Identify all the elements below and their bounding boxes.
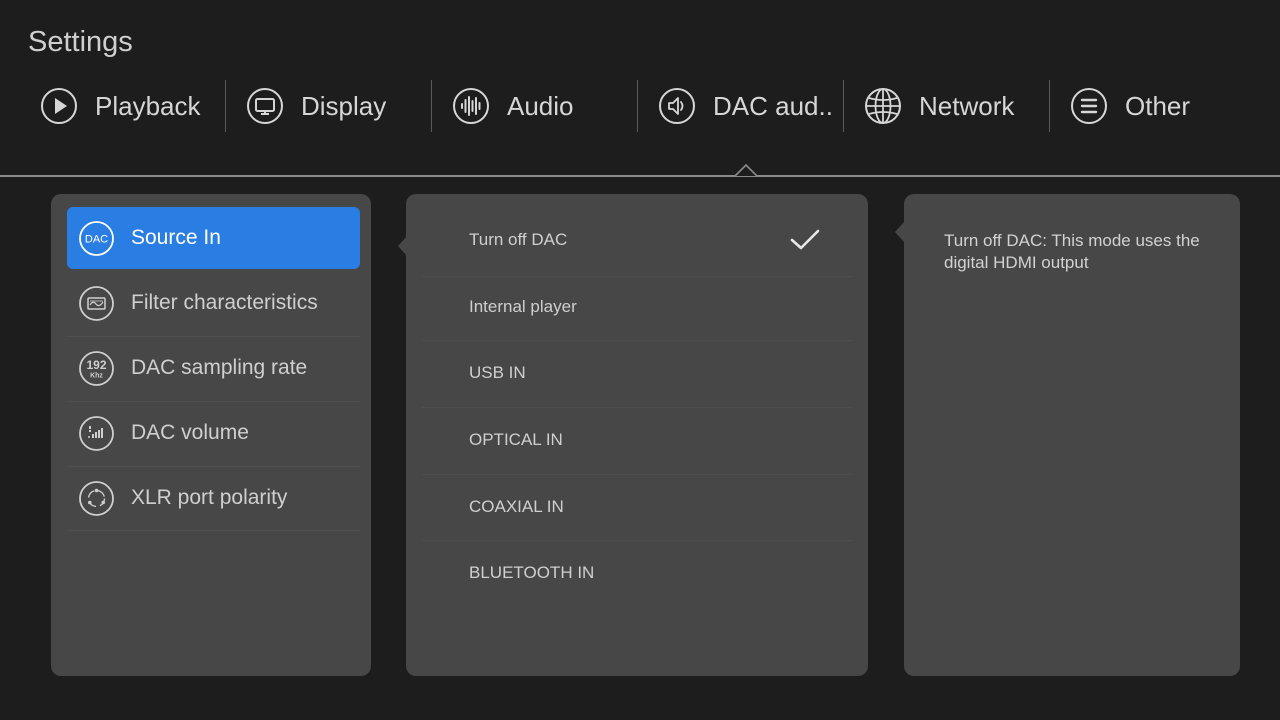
page-title: Settings: [28, 26, 133, 58]
tab-other[interactable]: Other: [1050, 78, 1256, 134]
tab-label: Playback: [95, 90, 201, 121]
tab-label: Display: [301, 90, 387, 121]
tab-dac-audio[interactable]: DAC aud..: [638, 78, 844, 134]
speaker-icon: [658, 87, 696, 125]
tab-label: Other: [1125, 90, 1191, 121]
volume-bars-icon: [78, 415, 115, 452]
description-panel: Turn off DAC: This mode uses the digital…: [904, 194, 1240, 676]
option-label: BLUETOOTH IN: [469, 563, 595, 582]
play-circle-icon: [40, 87, 78, 125]
option-label: USB IN: [469, 363, 526, 382]
header-divider: [0, 175, 1280, 177]
source-options-panel: Turn off DAC Internal player USB IN OPTI…: [406, 194, 868, 676]
menu-divider: [67, 530, 360, 531]
menu-item-label: DAC sampling rate: [131, 356, 308, 379]
option-bluetooth-in[interactable]: BLUETOOTH IN: [422, 540, 852, 606]
tab-playback[interactable]: Playback: [20, 78, 226, 134]
option-label: OPTICAL IN: [469, 430, 563, 449]
option-description: Turn off DAC: This mode uses the digital…: [944, 231, 1200, 272]
svg-text:Khz: Khz: [90, 372, 103, 379]
svg-text:192: 192: [86, 358, 106, 372]
option-internal-player[interactable]: Internal player: [422, 274, 852, 340]
tab-label: DAC aud..: [713, 90, 833, 121]
panel-pointer: [895, 222, 904, 242]
category-tabs: Playback Display Audio DAC aud.. Network…: [20, 78, 1260, 134]
settings-screen: Settings Playback Display Audio DAC aud.…: [0, 0, 1280, 720]
audio-wave-icon: [452, 87, 490, 125]
menu-item-label: XLR port polarity: [131, 486, 288, 509]
option-turn-off-dac[interactable]: Turn off DAC: [422, 207, 852, 273]
option-coaxial-in[interactable]: COAXIAL IN: [422, 474, 852, 540]
option-optical-in[interactable]: OPTICAL IN: [422, 407, 852, 473]
globe-icon: [864, 87, 902, 125]
dac-icon: DAC: [78, 220, 115, 257]
menu-item-label: Filter characteristics: [131, 291, 318, 314]
tab-label: Network: [919, 90, 1015, 121]
menu-item-dac-volume[interactable]: DAC volume: [67, 402, 360, 464]
option-label: COAXIAL IN: [469, 497, 564, 516]
svg-text:DAC: DAC: [85, 233, 108, 245]
tab-audio[interactable]: Audio: [432, 78, 638, 134]
checkmark-icon: [790, 229, 820, 250]
option-usb-in[interactable]: USB IN: [422, 340, 852, 406]
menu-item-dac-sampling-rate[interactable]: 192 Khz DAC sampling rate: [67, 337, 360, 399]
filter-icon: [78, 285, 115, 322]
menu-item-xlr-port-polarity[interactable]: XLR port polarity: [67, 467, 360, 529]
sampling-rate-icon: 192 Khz: [78, 350, 115, 387]
xlr-port-icon: [78, 480, 115, 517]
menu-item-label: Source In: [131, 226, 221, 249]
menu-item-filter-characteristics[interactable]: Filter characteristics: [67, 272, 360, 334]
option-label: Turn off DAC: [469, 230, 568, 249]
settings-menu-panel: DAC Source In Filter characteristics 192…: [51, 194, 371, 676]
menu-item-source-in[interactable]: DAC Source In: [67, 207, 360, 269]
tab-label: Audio: [507, 90, 574, 121]
option-label: Internal player: [469, 297, 577, 316]
monitor-icon: [246, 87, 284, 125]
tab-display[interactable]: Display: [226, 78, 432, 134]
menu-lines-icon: [1070, 87, 1108, 125]
tab-network[interactable]: Network: [844, 78, 1050, 134]
menu-item-label: DAC volume: [131, 421, 249, 444]
